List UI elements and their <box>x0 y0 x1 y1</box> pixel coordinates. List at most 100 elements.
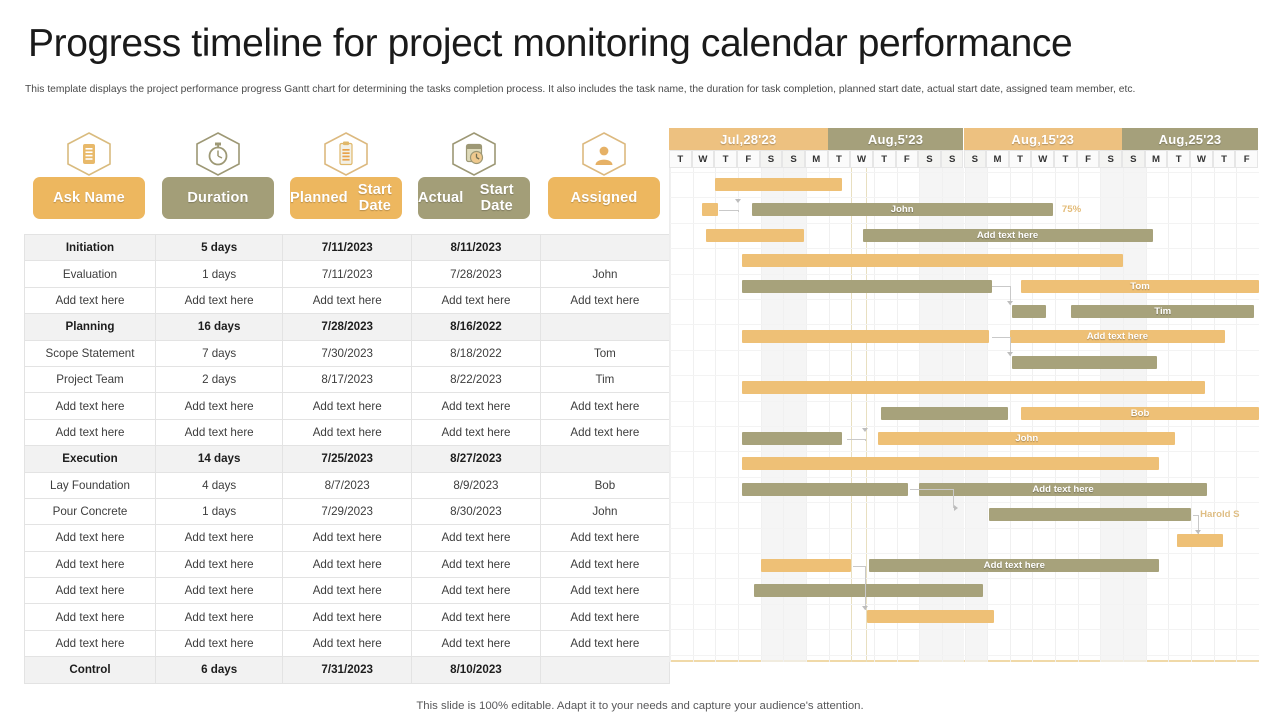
gantt-bar[interactable] <box>1177 533 1223 547</box>
gantt-bar[interactable] <box>701 203 718 217</box>
gantt-dependency-link <box>846 438 865 440</box>
gantt-bar-labeled[interactable]: Add text here <box>869 559 1160 572</box>
table-cell: Add text here <box>282 603 413 631</box>
gantt-bar[interactable] <box>1012 355 1158 369</box>
table-cell: Add text here <box>154 418 284 447</box>
table-cell: Add text here <box>411 629 541 658</box>
table-cell: John <box>539 497 671 526</box>
table-row[interactable]: Add text here Add text here Add text here A… <box>24 524 671 552</box>
gantt-gridline-horizontal <box>670 502 1259 504</box>
table-cell: 5 days <box>154 233 284 262</box>
gantt-bar[interactable] <box>715 178 843 191</box>
table-row[interactable]: Add text here Add text here Add text here A… <box>24 629 671 658</box>
table-group-row[interactable]: Control 6 days 7/31/2023 8/10/2023 <box>24 656 671 684</box>
gantt-bar[interactable] <box>989 508 1192 522</box>
table-cell: Add text here <box>24 550 156 579</box>
gantt-bar[interactable] <box>742 457 1160 471</box>
gantt-bar-labeled[interactable]: John <box>751 203 1053 217</box>
table-row[interactable]: Add text here Add text here Add text here A… <box>24 603 671 631</box>
column-header-planned-start-date: Planned Start Date <box>282 131 410 234</box>
page-title: Progress timeline for project monitoring… <box>28 22 1073 65</box>
gantt-week-label: Jul,28'23 <box>669 128 828 150</box>
table-cell: 8/18/2022 <box>411 339 541 367</box>
gantt-bar-labeled[interactable]: Tim <box>1070 305 1255 318</box>
gantt-gridline-vertical <box>737 168 739 662</box>
table-cell: Tom <box>539 339 671 367</box>
gantt-gridline-horizontal <box>670 654 1259 656</box>
table-cell: 7/25/2023 <box>282 445 413 473</box>
table-row[interactable]: Lay Foundation 4 days 8/7/2023 8/9/2023 Bob <box>24 471 671 499</box>
gantt-bar[interactable] <box>706 228 804 242</box>
gantt-day-cell: T <box>714 150 737 168</box>
column-header-pill[interactable]: Planned Start Date <box>290 177 402 219</box>
gantt-day-cell: F <box>1076 150 1100 168</box>
gantt-bar[interactable] <box>742 432 843 445</box>
gantt-bar[interactable] <box>1012 305 1047 318</box>
table-group-row[interactable]: Execution 14 days 7/25/2023 8/27/2023 <box>24 445 671 473</box>
table-row[interactable]: Evaluation 1 days 7/11/2023 7/28/2023 John <box>24 260 671 288</box>
table-group-row[interactable]: Initiation 5 days 7/11/2023 8/11/2023 <box>24 233 671 262</box>
gantt-bar-labeled[interactable]: Bob <box>1021 406 1259 420</box>
table-cell: 7 days <box>154 339 284 367</box>
table-cell: 7/11/2023 <box>282 233 413 262</box>
gantt-bar-labeled[interactable]: Tom <box>1021 279 1259 293</box>
gantt-day-cell: S <box>940 150 964 168</box>
column-header-pill[interactable]: Actual Start Date <box>418 177 530 219</box>
column-header-pill[interactable]: Assigned <box>548 177 660 219</box>
table-cell: Add text here <box>539 392 671 420</box>
table-cell: Add text here <box>24 577 156 605</box>
table-cell: Add text here <box>282 577 413 605</box>
gantt-bar[interactable] <box>742 279 992 293</box>
gantt-day-cell: W <box>850 150 873 168</box>
table-cell: 8/17/2023 <box>282 365 413 394</box>
gantt-bar[interactable] <box>760 559 852 572</box>
gantt-bar[interactable] <box>742 330 990 344</box>
gantt-dependency-link <box>910 489 954 491</box>
table-cell: 8/27/2023 <box>411 445 541 473</box>
gantt-bar[interactable] <box>867 609 994 623</box>
table-row[interactable]: Scope Statement 7 days 7/30/2023 8/18/2022 T… <box>24 339 671 367</box>
gantt-gridline-vertical <box>1009 168 1011 662</box>
table-cell <box>539 445 671 473</box>
gantt-bar[interactable] <box>753 584 983 598</box>
gantt-gridline-horizontal <box>670 451 1259 453</box>
gantt-bar[interactable] <box>742 254 1124 268</box>
gantt-bar-labeled[interactable]: Add text here <box>862 228 1153 242</box>
table-row[interactable]: Add text here Add text here Add text here A… <box>24 418 671 447</box>
gantt-bar[interactable] <box>742 482 908 496</box>
table-cell: Add text here <box>24 392 156 420</box>
table-row[interactable]: Add text here Add text here Add text here A… <box>24 392 671 420</box>
table-cell: 6 days <box>154 656 284 684</box>
table-group-row[interactable]: Planning 16 days 7/28/2023 8/16/2022 <box>24 313 671 341</box>
table-cell: Tim <box>539 365 671 394</box>
gantt-day-cell: F <box>1235 150 1258 168</box>
table-cell: Pour Concrete <box>24 497 156 526</box>
gantt-day-cell: S <box>1099 150 1123 168</box>
table-row[interactable]: Add text here Add text here Add text here A… <box>24 577 671 605</box>
gantt-dependency-arrow <box>1006 301 1013 305</box>
gantt-day-cell: S <box>1122 150 1145 168</box>
gantt-week-header: Jul,28'23 Aug,5'23 Aug,15'23 Aug,25'23 <box>669 128 1258 150</box>
stopwatch-icon <box>192 131 244 177</box>
table-cell: 7/31/2023 <box>282 656 413 684</box>
column-header-pill[interactable]: Ask Name <box>33 177 145 219</box>
gantt-bar-labeled[interactable]: Add text here <box>919 482 1207 496</box>
table-row[interactable]: Project Team 2 days 8/17/2023 8/22/2023 Tim <box>24 365 671 394</box>
table-row[interactable]: Pour Concrete 1 days 7/29/2023 8/30/2023 Joh… <box>24 497 671 526</box>
gantt-dependency-link <box>864 565 866 610</box>
table-cell: 8/10/2023 <box>411 656 541 684</box>
column-header-assigned: Assigned <box>538 131 670 234</box>
table-cell: 16 days <box>154 313 284 341</box>
gantt-bar[interactable] <box>880 406 1008 420</box>
gantt-bar[interactable] <box>742 381 1205 395</box>
table-cell: Add text here <box>539 550 671 579</box>
gantt-bar-labeled[interactable]: Add text here <box>1009 330 1225 344</box>
gantt-bar-labeled[interactable]: John <box>878 432 1176 445</box>
table-cell: 8/30/2023 <box>411 497 541 526</box>
column-header-pill[interactable]: Duration <box>162 177 274 219</box>
table-cell: Add text here <box>282 392 413 420</box>
gantt-chart: Jul,28'23 Aug,5'23 Aug,15'23 Aug,25'23 TWTF… <box>669 128 1259 662</box>
table-cell: Add text here <box>282 524 413 552</box>
table-row[interactable]: Add text here Add text here Add text here A… <box>24 550 671 579</box>
table-row[interactable]: Add text here Add text here Add text here A… <box>24 286 671 315</box>
